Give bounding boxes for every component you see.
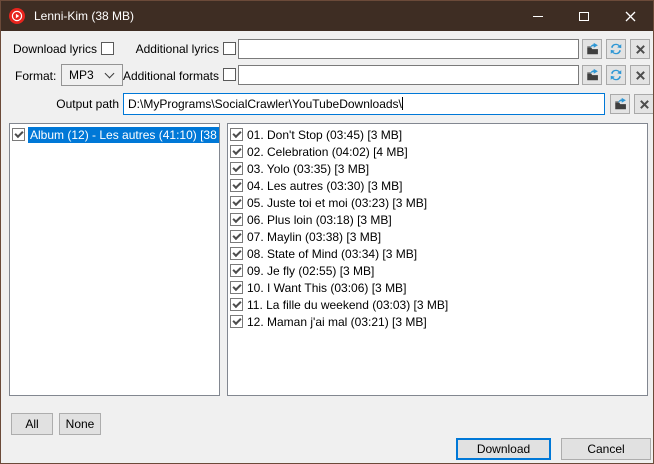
refresh-formats-button[interactable] [606, 65, 626, 85]
maximize-button[interactable] [561, 1, 607, 31]
clear-icon [639, 99, 650, 110]
additional-formats-label: Additional formats [111, 69, 219, 83]
track-checkbox[interactable] [230, 247, 243, 260]
browse-formats-button[interactable] [582, 65, 602, 85]
track-list-item[interactable]: 10. I Want This (03:06) [3 MB] [228, 279, 647, 296]
clear-formats-button[interactable] [630, 65, 650, 85]
track-label: 11. La fille du weekend (03:03) [3 MB] [247, 298, 448, 312]
album-list[interactable]: Album (12) - Les autres (41:10) [38 MB] [9, 123, 220, 396]
track-label: 05. Juste toi et moi (03:23) [3 MB] [247, 196, 427, 210]
track-checkbox[interactable] [230, 145, 243, 158]
folder-open-icon [585, 42, 600, 56]
track-checkbox[interactable] [230, 298, 243, 311]
clear-output-button[interactable] [634, 94, 654, 114]
track-label: 10. I Want This (03:06) [3 MB] [247, 281, 406, 295]
clear-lyrics-button[interactable] [630, 39, 650, 59]
track-checkbox[interactable] [230, 196, 243, 209]
clear-icon [635, 44, 646, 55]
download-button[interactable]: Download [456, 438, 551, 460]
track-list-item[interactable]: 03. Yolo (03:35) [3 MB] [228, 160, 647, 177]
track-checkbox[interactable] [230, 230, 243, 243]
track-label: 03. Yolo (03:35) [3 MB] [247, 162, 369, 176]
track-checkbox[interactable] [230, 281, 243, 294]
track-label: 01. Don't Stop (03:45) [3 MB] [247, 128, 402, 142]
additional-lyrics-checkbox[interactable] [223, 42, 236, 55]
refresh-icon [609, 42, 623, 56]
refresh-icon [609, 68, 623, 82]
track-label: 06. Plus loin (03:18) [3 MB] [247, 213, 392, 227]
folder-open-icon [585, 68, 600, 82]
track-list-item[interactable]: 06. Plus loin (03:18) [3 MB] [228, 211, 647, 228]
download-lyrics-label: Download lyrics [1, 42, 97, 56]
album-checkbox[interactable] [12, 128, 25, 141]
minimize-button[interactable] [515, 1, 561, 31]
track-checkbox[interactable] [230, 315, 243, 328]
close-icon [625, 11, 636, 22]
track-list-item[interactable]: 09. Je fly (02:55) [3 MB] [228, 262, 647, 279]
clear-icon [635, 70, 646, 81]
window-controls [515, 1, 653, 31]
download-lyrics-checkbox[interactable] [101, 42, 114, 55]
track-list-item[interactable]: 12. Maman j'ai mal (03:21) [3 MB] [228, 313, 647, 330]
browse-lyrics-button[interactable] [582, 39, 602, 59]
track-label: 08. State of Mind (03:34) [3 MB] [247, 247, 417, 261]
additional-lyrics-input[interactable] [238, 39, 579, 59]
album-list-item[interactable]: Album (12) - Les autres (41:10) [38 MB] [10, 126, 219, 143]
track-list[interactable]: 01. Don't Stop (03:45) [3 MB] 02. Celebr… [227, 123, 648, 396]
track-checkbox[interactable] [230, 264, 243, 277]
output-path-value: D:\MyPrograms\SocialCrawler\YouTubeDownl… [128, 97, 402, 111]
track-checkbox[interactable] [230, 179, 243, 192]
text-caret [402, 97, 403, 110]
track-label: 02. Celebration (04:02) [4 MB] [247, 145, 408, 159]
output-path-input[interactable]: D:\MyPrograms\SocialCrawler\YouTubeDownl… [123, 93, 605, 115]
titlebar: Lenni-Kim (38 MB) [1, 1, 653, 31]
track-label: 12. Maman j'ai mal (03:21) [3 MB] [247, 315, 427, 329]
additional-formats-checkbox[interactable] [223, 68, 236, 81]
track-list-item[interactable]: 04. Les autres (03:30) [3 MB] [228, 177, 647, 194]
track-list-item[interactable]: 07. Maylin (03:38) [3 MB] [228, 228, 647, 245]
youtube-play-icon [9, 8, 25, 24]
output-path-label: Output path [1, 97, 119, 111]
track-checkbox[interactable] [230, 213, 243, 226]
track-label: 07. Maylin (03:38) [3 MB] [247, 230, 381, 244]
cancel-button[interactable]: Cancel [561, 438, 651, 460]
window-title: Lenni-Kim (38 MB) [34, 9, 134, 23]
maximize-icon [579, 12, 589, 21]
track-checkbox[interactable] [230, 128, 243, 141]
track-list-item[interactable]: 05. Juste toi et moi (03:23) [3 MB] [228, 194, 647, 211]
track-checkbox[interactable] [230, 162, 243, 175]
app-window: Lenni-Kim (38 MB) Download lyrics Additi… [0, 0, 654, 464]
format-value: MP3 [69, 68, 94, 82]
album-label: Album (12) - Les autres (41:10) [38 MB] [28, 127, 220, 143]
select-all-button[interactable]: All [11, 413, 53, 435]
additional-lyrics-label: Additional lyrics [119, 42, 219, 56]
select-none-button[interactable]: None [59, 413, 101, 435]
folder-open-icon [613, 97, 628, 111]
track-list-item[interactable]: 08. State of Mind (03:34) [3 MB] [228, 245, 647, 262]
track-list-item[interactable]: 01. Don't Stop (03:45) [3 MB] [228, 126, 647, 143]
track-label: 09. Je fly (02:55) [3 MB] [247, 264, 374, 278]
track-list-item[interactable]: 11. La fille du weekend (03:03) [3 MB] [228, 296, 647, 313]
track-label: 04. Les autres (03:30) [3 MB] [247, 179, 402, 193]
track-list-item[interactable]: 02. Celebration (04:02) [4 MB] [228, 143, 647, 160]
minimize-icon [533, 16, 543, 17]
close-button[interactable] [607, 1, 653, 31]
browse-output-button[interactable] [610, 94, 630, 114]
additional-formats-input[interactable] [238, 65, 579, 85]
refresh-lyrics-button[interactable] [606, 39, 626, 59]
format-label: Format: [15, 69, 56, 83]
